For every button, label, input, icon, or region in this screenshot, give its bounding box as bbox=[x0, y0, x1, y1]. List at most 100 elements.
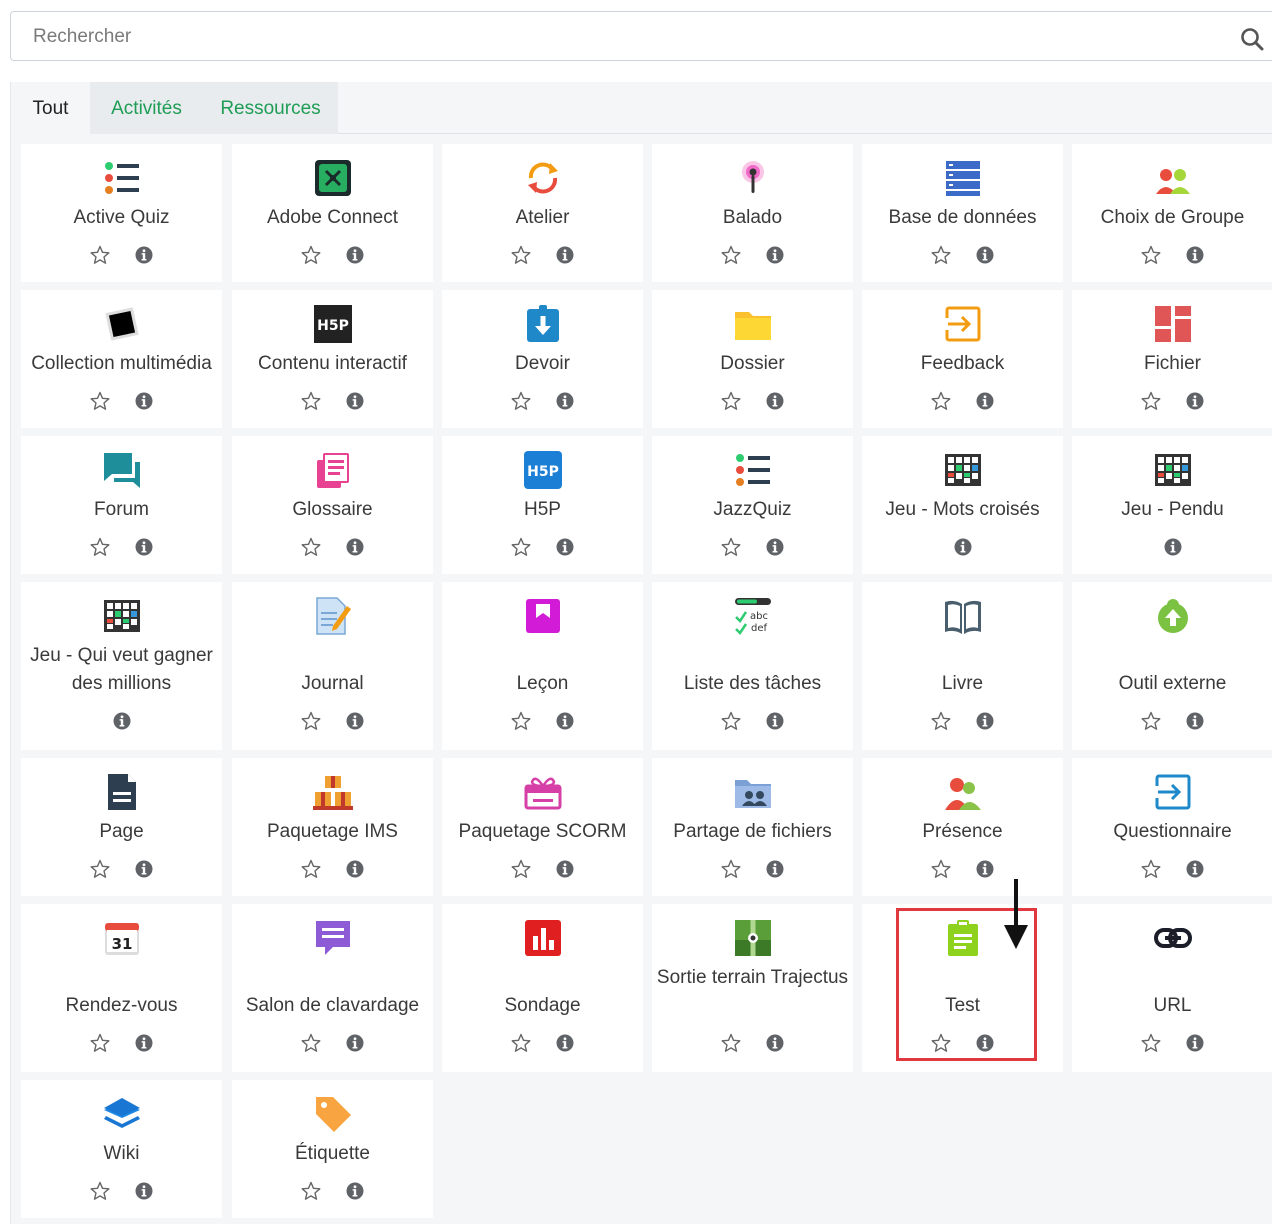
module-tile-questionnaire[interactable]: Questionnaire bbox=[1072, 758, 1272, 896]
module-tile-base-de-donnees[interactable]: Base de données bbox=[862, 144, 1063, 282]
info-icon[interactable] bbox=[344, 710, 366, 732]
star-icon[interactable] bbox=[89, 858, 111, 880]
info-icon[interactable] bbox=[764, 1032, 786, 1054]
module-tile-url[interactable]: URL bbox=[1072, 904, 1272, 1072]
star-icon[interactable] bbox=[930, 1032, 952, 1054]
module-tile-devoir[interactable]: Devoir bbox=[442, 290, 643, 428]
info-icon[interactable] bbox=[974, 710, 996, 732]
star-icon[interactable] bbox=[930, 390, 952, 412]
star-icon[interactable] bbox=[1140, 858, 1162, 880]
module-tile-paquetage-scorm[interactable]: Paquetage SCORM bbox=[442, 758, 643, 896]
module-tile-feedback[interactable]: Feedback bbox=[862, 290, 1063, 428]
star-icon[interactable] bbox=[89, 244, 111, 266]
info-icon[interactable] bbox=[764, 858, 786, 880]
info-icon[interactable] bbox=[764, 710, 786, 732]
star-icon[interactable] bbox=[89, 536, 111, 558]
star-icon[interactable] bbox=[300, 1180, 322, 1202]
module-tile-jeu-qui-veut-gagner-des-millions[interactable]: Jeu - Qui veut gagner des millions bbox=[21, 582, 222, 750]
module-tile-paquetage-ims[interactable]: Paquetage IMS bbox=[232, 758, 433, 896]
info-icon[interactable] bbox=[1184, 1032, 1206, 1054]
info-icon[interactable] bbox=[1184, 710, 1206, 732]
star-icon[interactable] bbox=[1140, 710, 1162, 732]
module-tile-contenu-interactif[interactable]: H5P Contenu interactif bbox=[232, 290, 433, 428]
info-icon[interactable] bbox=[554, 536, 576, 558]
info-icon[interactable] bbox=[952, 536, 974, 558]
star-icon[interactable] bbox=[720, 710, 742, 732]
info-icon[interactable] bbox=[1184, 244, 1206, 266]
module-tile-partage-de-fichiers[interactable]: Partage de fichiers bbox=[652, 758, 853, 896]
star-icon[interactable] bbox=[510, 536, 532, 558]
star-icon[interactable] bbox=[720, 390, 742, 412]
module-tile-collection-multimedia[interactable]: Collection multimédia bbox=[21, 290, 222, 428]
info-icon[interactable] bbox=[554, 858, 576, 880]
info-icon[interactable] bbox=[764, 390, 786, 412]
star-icon[interactable] bbox=[510, 244, 532, 266]
module-tile-wiki[interactable]: Wiki bbox=[21, 1080, 222, 1218]
info-icon[interactable] bbox=[554, 390, 576, 412]
info-icon[interactable] bbox=[764, 536, 786, 558]
info-icon[interactable] bbox=[764, 244, 786, 266]
info-icon[interactable] bbox=[133, 536, 155, 558]
star-icon[interactable] bbox=[930, 710, 952, 732]
star-icon[interactable] bbox=[300, 244, 322, 266]
module-tile-page[interactable]: Page bbox=[21, 758, 222, 896]
module-tile-jeu-mots-croises[interactable]: Jeu - Mots croisés bbox=[862, 436, 1063, 574]
module-tile-choix-de-groupe[interactable]: Choix de Groupe bbox=[1072, 144, 1272, 282]
search-icon[interactable] bbox=[1239, 26, 1265, 52]
info-icon[interactable] bbox=[974, 390, 996, 412]
module-tile-h5p[interactable]: H5P H5P bbox=[442, 436, 643, 574]
info-icon[interactable] bbox=[111, 710, 133, 732]
module-tile-etiquette[interactable]: Étiquette bbox=[232, 1080, 433, 1218]
info-icon[interactable] bbox=[344, 858, 366, 880]
info-icon[interactable] bbox=[133, 858, 155, 880]
module-tile-active-quiz[interactable]: Active Quiz bbox=[21, 144, 222, 282]
module-tile-outil-externe[interactable]: Outil externe bbox=[1072, 582, 1272, 750]
info-icon[interactable] bbox=[344, 536, 366, 558]
info-icon[interactable] bbox=[974, 858, 996, 880]
info-icon[interactable] bbox=[133, 1032, 155, 1054]
module-tile-forum[interactable]: Forum bbox=[21, 436, 222, 574]
module-tile-livre[interactable]: Livre bbox=[862, 582, 1063, 750]
module-tile-jazzquiz[interactable]: JazzQuiz bbox=[652, 436, 853, 574]
star-icon[interactable] bbox=[510, 390, 532, 412]
module-tile-sortie-terrain-trajectus[interactable]: Sortie terrain Trajectus bbox=[652, 904, 853, 1072]
module-tile-journal[interactable]: Journal bbox=[232, 582, 433, 750]
star-icon[interactable] bbox=[1140, 1032, 1162, 1054]
module-tile-atelier[interactable]: Atelier bbox=[442, 144, 643, 282]
star-icon[interactable] bbox=[720, 536, 742, 558]
star-icon[interactable] bbox=[720, 858, 742, 880]
tab-resources[interactable]: Ressources bbox=[203, 82, 338, 134]
star-icon[interactable] bbox=[89, 1180, 111, 1202]
info-icon[interactable] bbox=[974, 1032, 996, 1054]
tab-all[interactable]: Tout bbox=[11, 82, 90, 134]
info-icon[interactable] bbox=[344, 390, 366, 412]
module-tile-fichier[interactable]: Fichier bbox=[1072, 290, 1272, 428]
star-icon[interactable] bbox=[510, 1032, 532, 1054]
info-icon[interactable] bbox=[133, 1180, 155, 1202]
star-icon[interactable] bbox=[300, 710, 322, 732]
info-icon[interactable] bbox=[1184, 858, 1206, 880]
star-icon[interactable] bbox=[300, 1032, 322, 1054]
module-tile-liste-des-taches[interactable]: abc def Liste des tâches bbox=[652, 582, 853, 750]
module-tile-dossier[interactable]: Dossier bbox=[652, 290, 853, 428]
star-icon[interactable] bbox=[510, 710, 532, 732]
module-tile-salon-de-clavardage[interactable]: Salon de clavardage bbox=[232, 904, 433, 1072]
star-icon[interactable] bbox=[930, 858, 952, 880]
star-icon[interactable] bbox=[720, 1032, 742, 1054]
info-icon[interactable] bbox=[133, 244, 155, 266]
info-icon[interactable] bbox=[344, 1180, 366, 1202]
info-icon[interactable] bbox=[554, 710, 576, 732]
star-icon[interactable] bbox=[510, 858, 532, 880]
module-tile-presence[interactable]: Présence bbox=[862, 758, 1063, 896]
search-input[interactable] bbox=[31, 12, 1215, 62]
info-icon[interactable] bbox=[133, 390, 155, 412]
tab-activities[interactable]: Activités bbox=[90, 82, 203, 134]
info-icon[interactable] bbox=[554, 244, 576, 266]
star-icon[interactable] bbox=[300, 858, 322, 880]
module-tile-rendez-vous[interactable]: 31 Rendez-vous bbox=[21, 904, 222, 1072]
star-icon[interactable] bbox=[300, 390, 322, 412]
info-icon[interactable] bbox=[554, 1032, 576, 1054]
star-icon[interactable] bbox=[300, 536, 322, 558]
module-tile-jeu-pendu[interactable]: Jeu - Pendu bbox=[1072, 436, 1272, 574]
star-icon[interactable] bbox=[1140, 390, 1162, 412]
